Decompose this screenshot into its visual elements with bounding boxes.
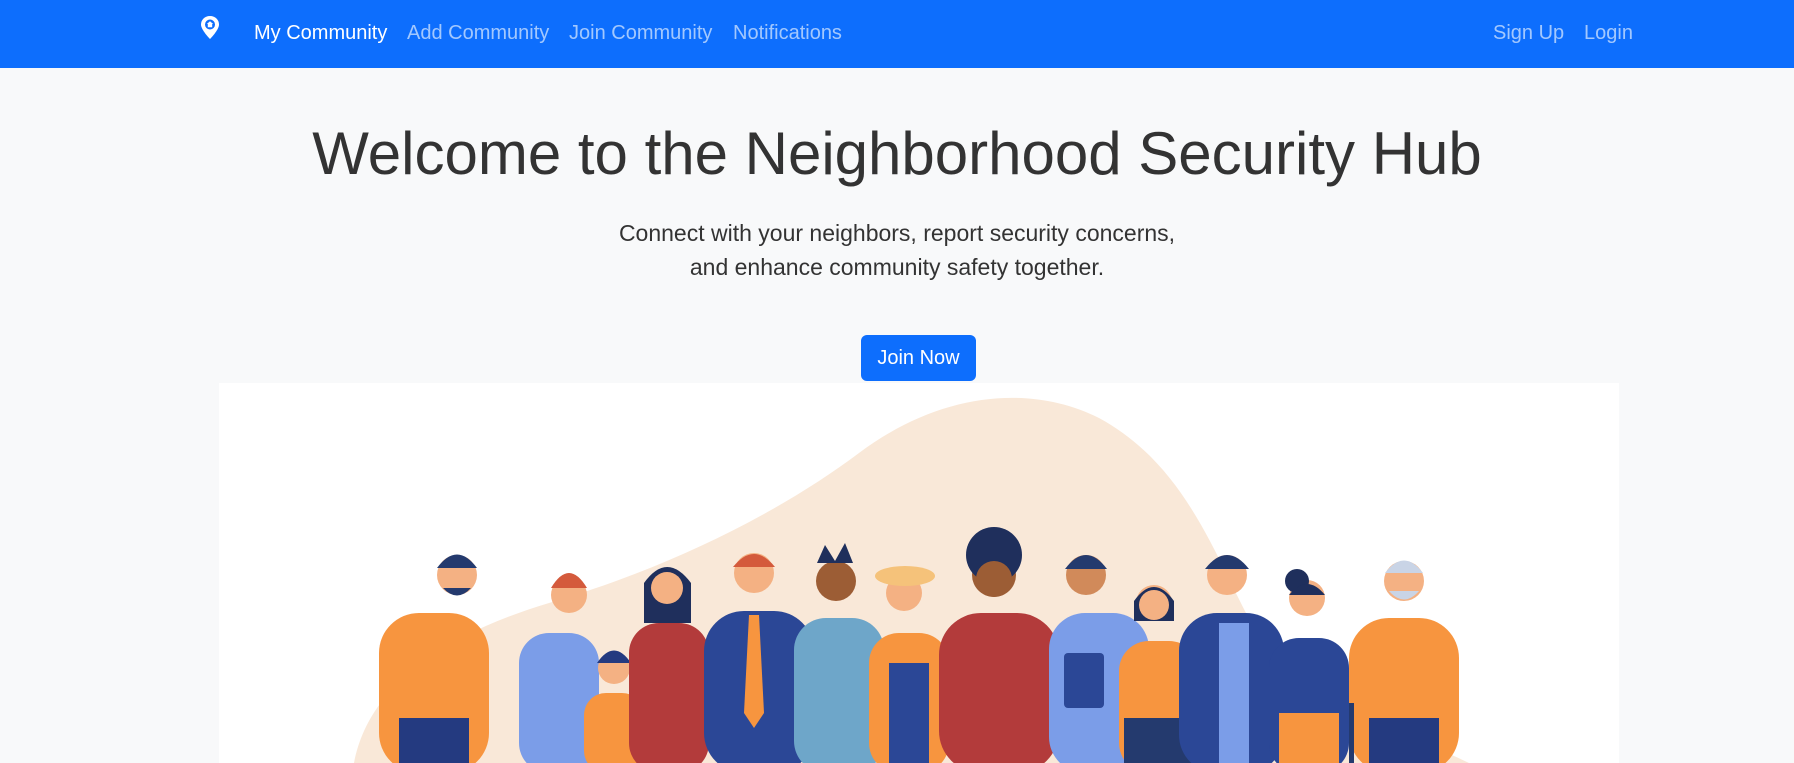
nav-notifications[interactable]: Notifications xyxy=(733,20,842,46)
nav-add-community[interactable]: Add Community xyxy=(407,20,549,46)
hero-lead-text: Connect with your neighbors, report secu… xyxy=(0,216,1794,284)
nav-login[interactable]: Login xyxy=(1584,20,1633,46)
top-navbar: My Community Add Community Join Communit… xyxy=(0,0,1794,68)
community-people-illustration xyxy=(219,383,1619,763)
join-now-button[interactable]: Join Now xyxy=(861,335,976,381)
page-title: Welcome to the Neighborhood Security Hub xyxy=(312,120,1482,187)
hero-lead-line-1: Connect with your neighbors, report secu… xyxy=(618,220,1176,246)
nav-my-community[interactable]: My Community xyxy=(254,20,387,46)
nav-sign-up[interactable]: Sign Up xyxy=(1493,20,1564,46)
nav-join-community[interactable]: Join Community xyxy=(569,20,712,46)
hero-lead-line-2: and enhance community safety together. xyxy=(689,254,1105,280)
map-pin-icon[interactable] xyxy=(196,14,224,42)
